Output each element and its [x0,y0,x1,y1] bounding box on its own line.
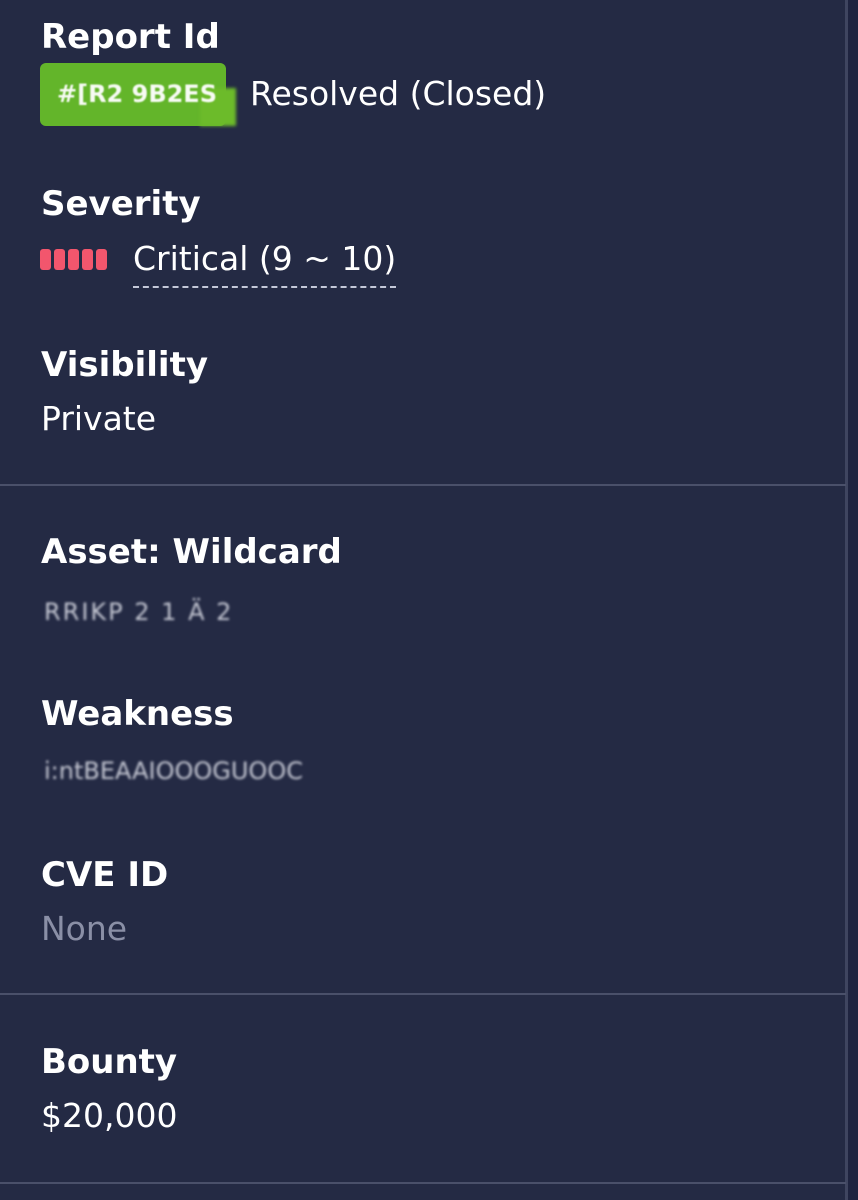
weakness-label: Weakness [41,694,234,734]
severity-value[interactable]: Critical (9 ~ 10) [133,239,397,288]
report-details-panel: Report Id #[R2 9B2ES Resolved (Closed) S… [0,0,858,1200]
cve-id-value: None [41,909,128,948]
severity-bar [40,249,51,270]
report-id-value: #[R2 9B2ES [57,80,217,108]
severity-bar [54,249,65,270]
report-id-label: Report Id [41,17,220,57]
weakness-value[interactable]: i:ntBEAAIOOOGUOOC [44,756,303,786]
visibility-value: Private [41,399,157,438]
severity-bar [82,249,93,270]
bounty-label: Bounty [41,1042,178,1082]
severity-meter [40,249,107,270]
bounty-value: $20,000 [41,1096,178,1135]
severity-bar [96,249,107,270]
severity-label: Severity [41,184,201,224]
section-divider [0,484,846,486]
report-status: Resolved (Closed) [250,74,547,113]
asset-value: RRIKP 2 1 Ä 2 [44,598,234,626]
section-divider [0,993,846,995]
visibility-label: Visibility [41,345,208,385]
asset-label: Asset: Wildcard [41,532,342,572]
section-divider [0,1182,846,1184]
panel-right-gutter [848,0,858,1200]
cve-id-label: CVE ID [41,855,169,895]
severity-bar [68,249,79,270]
